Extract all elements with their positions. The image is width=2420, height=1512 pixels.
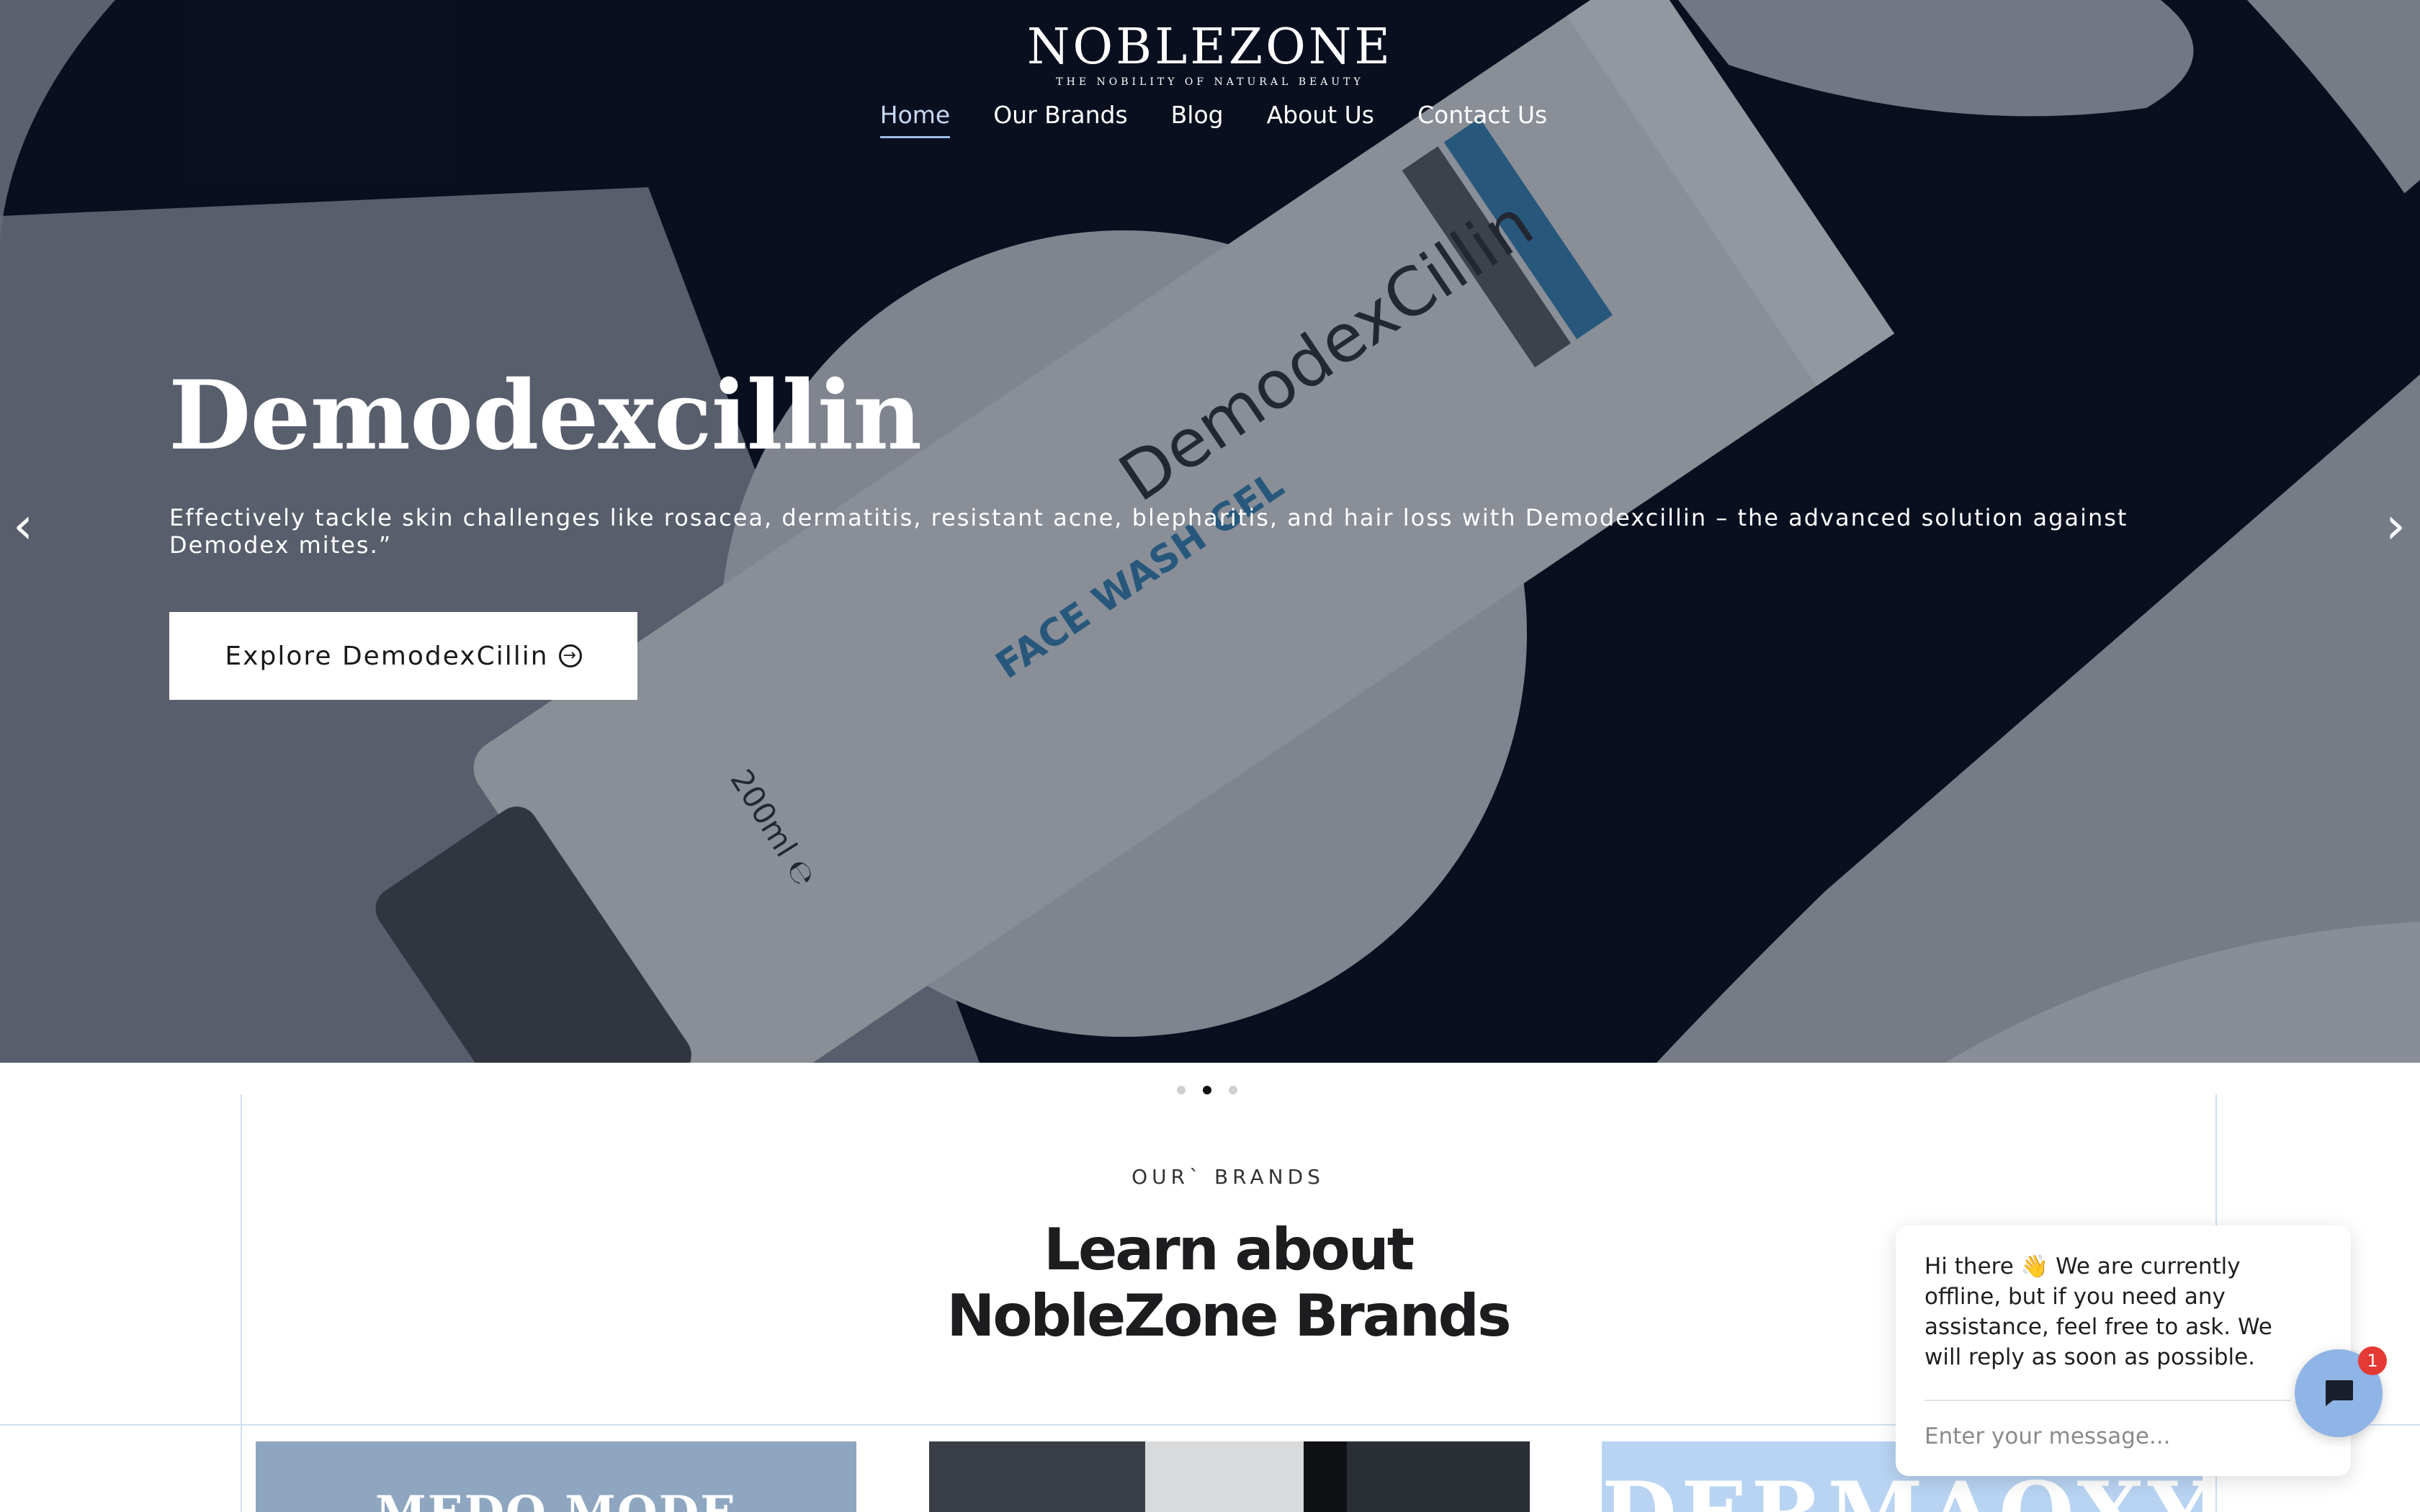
hero-button-label: Explore DemodexCillin [225,641,549,671]
brand-card-label: MEDO MODE [256,1486,856,1512]
chat-divider [1924,1400,2290,1401]
chat-unread-badge: 1 [2358,1346,2387,1375]
logo-wordmark: NOBLEZONE [1026,19,1394,76]
slider-prev-button[interactable]: ‹ [1,496,45,555]
brands-kicker: OUR` BRANDS [1131,1165,1325,1189]
brand-card-medo-mode[interactable]: MEDO MODE [256,1441,856,1512]
nav-item-blog[interactable]: Blog [1171,101,1224,138]
main-nav: Home Our Brands Blog About Us Contact Us [0,101,2420,138]
brand-card-image [929,1441,1530,1512]
chat-bubble-icon [2326,1380,2353,1406]
circle-arrow-right-icon: → [558,644,582,667]
nav-item-about-us[interactable]: About Us [1267,101,1374,138]
nav-item-contact-us[interactable]: Contact Us [1417,101,1547,138]
brand-card-demodexcillin[interactable] [929,1441,1530,1512]
hero-title: Demodexcillin [169,360,922,472]
chat-message-input[interactable] [1924,1418,2285,1454]
logo-tagline: THE NOBILITY OF NATURAL BEAUTY [1056,76,1364,88]
chat-popup: Hi there 👋 We are currently offline, but… [1896,1225,2351,1476]
slider-dot-1[interactable] [1177,1086,1186,1094]
chevron-left-icon: ‹ [13,496,33,555]
nav-item-our-brands[interactable]: Our Brands [993,101,1127,138]
chevron-right-icon: › [2385,496,2406,555]
hero-slider: DemodexCillin FACE WASH GEL 200ml ℮ NOBL… [0,0,2420,1063]
brands-heading-line2: NobleZone Brands [946,1282,1511,1349]
explore-demodexcillin-button[interactable]: Explore DemodexCillin → [169,612,637,700]
slider-pagination [1177,1086,1237,1094]
chat-offline-message: Hi there 👋 We are currently offline, but… [1924,1254,2272,1370]
slider-next-button[interactable]: › [2374,496,2417,555]
hero-description: Effectively tackle skin challenges like … [169,504,2128,559]
slider-dot-3[interactable] [1229,1086,1237,1094]
slider-dot-2[interactable] [1203,1086,1211,1094]
nav-item-home[interactable]: Home [879,101,951,138]
brands-heading-line1: Learn about [1044,1216,1415,1283]
site-logo[interactable]: NOBLEZONE THE NOBILITY OF NATURAL BEAUTY [951,19,1469,89]
